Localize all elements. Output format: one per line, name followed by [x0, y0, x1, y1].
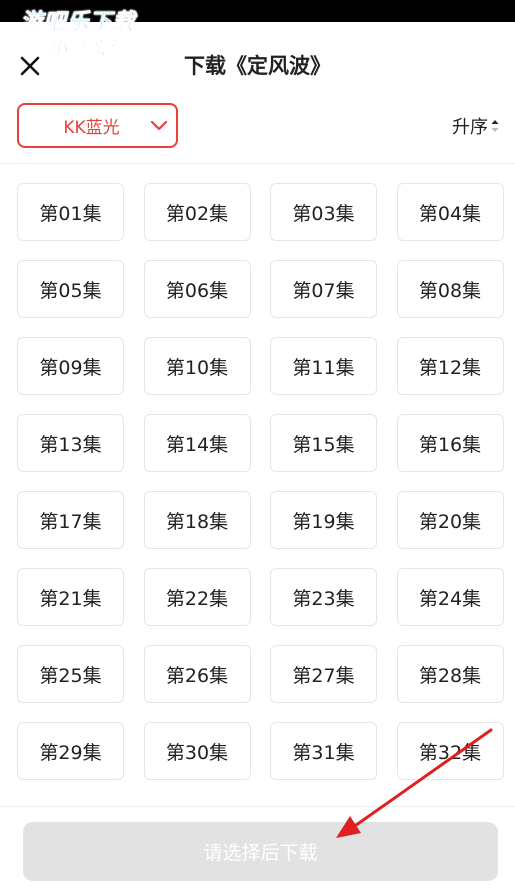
episode-item[interactable]: 第01集	[17, 183, 124, 241]
episode-item[interactable]: 第03集	[270, 183, 377, 241]
episode-grid: 第01集 第02集 第03集 第04集第05集 第06集 第07集 第08集第09集 第10集…	[17, 183, 507, 780]
divider	[0, 163, 515, 164]
episode-item[interactable]: 第04集	[396, 183, 504, 241]
episode-item[interactable]: 第27集	[270, 645, 377, 703]
episode-item[interactable]: 第11集	[270, 337, 377, 395]
episode-item[interactable]: 第23集	[270, 568, 377, 626]
page-title: 下载《定风波》	[184, 54, 331, 78]
episode-item[interactable]: 第16集	[396, 414, 504, 472]
episode-item[interactable]: 第19集	[270, 491, 377, 549]
episode-item[interactable]: 第18集	[143, 491, 251, 549]
episode-item[interactable]: 第09集	[17, 337, 124, 395]
episode-item[interactable]: 第24集	[396, 568, 504, 626]
sort-caret-icon	[491, 120, 499, 132]
episode-item[interactable]: 第22集	[143, 568, 251, 626]
episode-item[interactable]: 第05集	[17, 260, 124, 318]
episode-item[interactable]: 第31集	[270, 722, 377, 780]
episode-item[interactable]: 第02集	[143, 183, 251, 241]
episode-item[interactable]: 第17集	[17, 491, 124, 549]
quality-selected-label: KK蓝光	[63, 118, 120, 138]
sort-toggle[interactable]: 升序	[452, 112, 499, 140]
episode-item[interactable]: 第32集	[396, 722, 504, 780]
chevron-down-icon	[142, 120, 176, 131]
episode-item[interactable]: 第06集	[143, 260, 251, 318]
episode-item[interactable]: 第20集	[396, 491, 504, 549]
quality-select[interactable]: KK蓝光	[17, 103, 178, 148]
episode-item[interactable]: 第12集	[396, 337, 504, 395]
episode-item[interactable]: 第26集	[143, 645, 251, 703]
download-button[interactable]: 请选择后下载	[23, 822, 498, 881]
episode-item[interactable]: 第08集	[396, 260, 504, 318]
episode-item[interactable]: 第15集	[270, 414, 377, 472]
sort-label: 升序	[452, 117, 488, 138]
episode-item[interactable]: 第28集	[396, 645, 504, 703]
episode-item[interactable]: 第21集	[17, 568, 124, 626]
episode-item[interactable]: 第13集	[17, 414, 124, 472]
episode-item[interactable]: 第30集	[143, 722, 251, 780]
episode-item[interactable]: 第29集	[17, 722, 124, 780]
episode-item[interactable]: 第14集	[143, 414, 251, 472]
episode-item[interactable]: 第25集	[17, 645, 124, 703]
episode-item[interactable]: 第07集	[270, 260, 377, 318]
status-bar	[0, 0, 515, 22]
episode-item[interactable]: 第10集	[143, 337, 251, 395]
